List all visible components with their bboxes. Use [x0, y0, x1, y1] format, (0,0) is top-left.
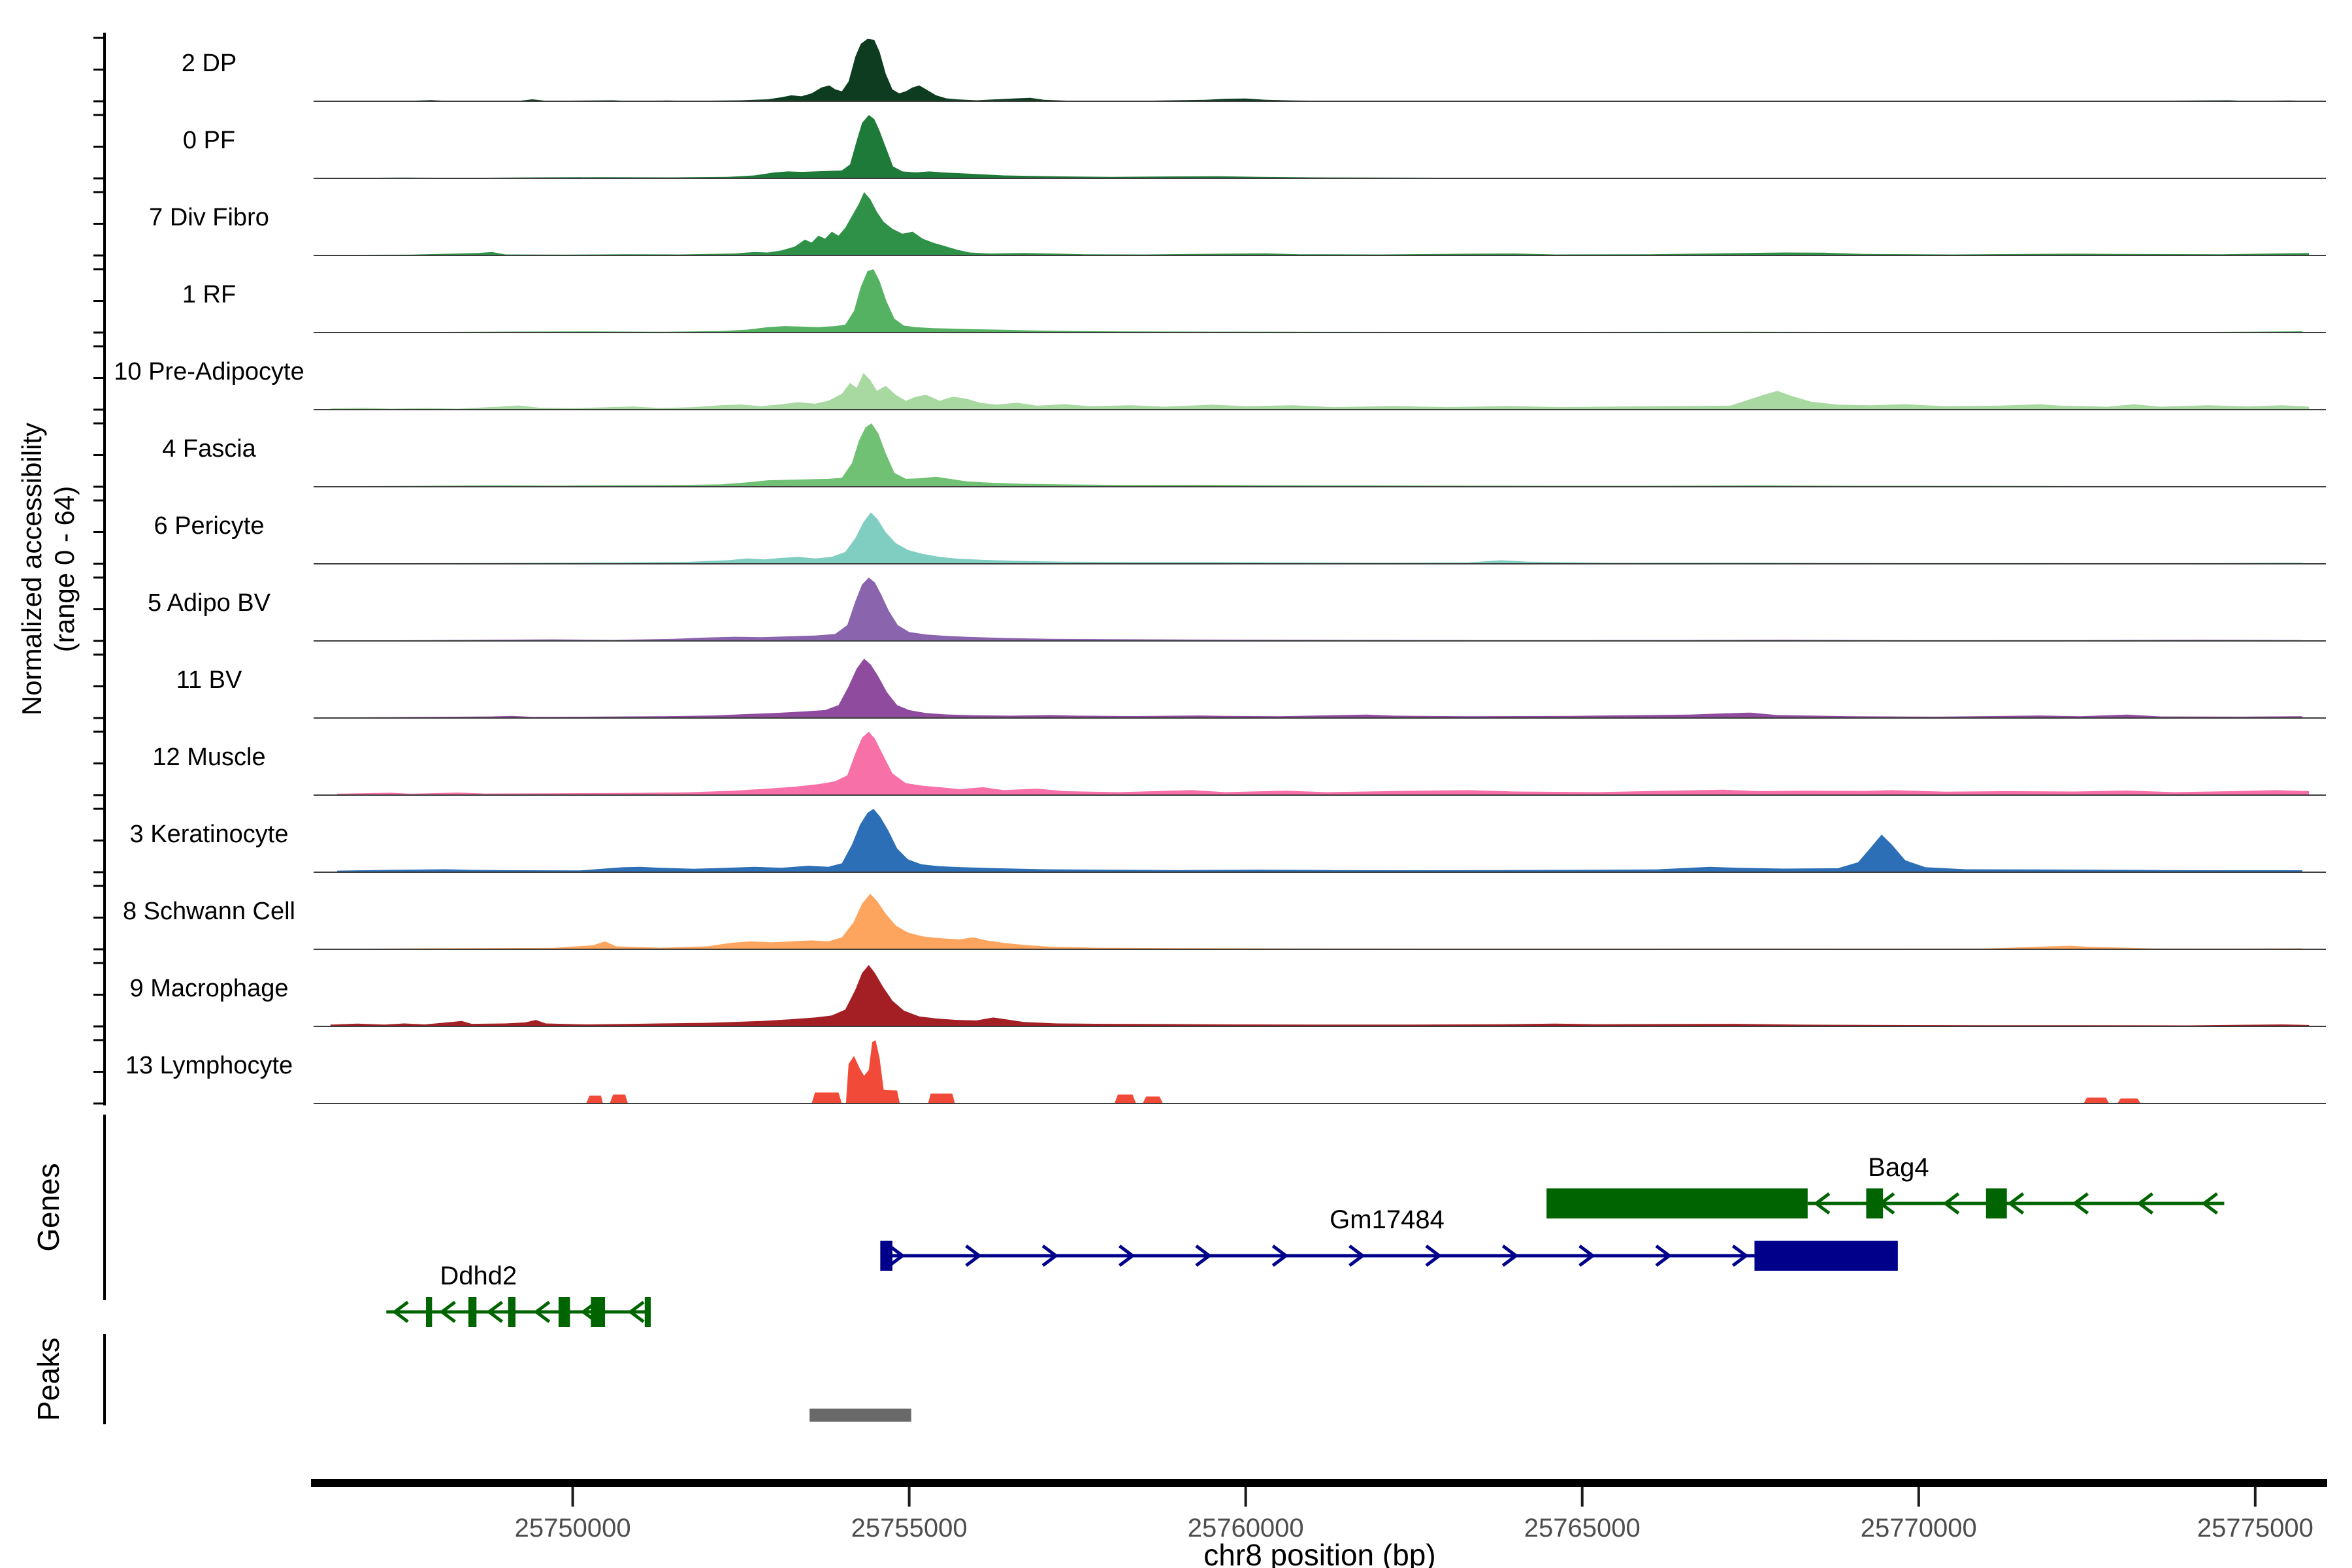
- coverage-plot-canvas: Normalized accessibility (range 0 - 64) …: [0, 0, 2352, 1568]
- track-signal-9: [331, 659, 2302, 718]
- x-tick-label: 25770000: [1861, 1514, 1977, 1543]
- gene-exon-Ddhd2: [426, 1297, 432, 1327]
- track-label-5: 10 Pre-Adipocyte: [114, 358, 304, 385]
- track-signal-3: [324, 192, 2310, 255]
- track-label-6: 4 Fascia: [162, 435, 256, 463]
- track-signal-10: [337, 732, 2309, 795]
- y-axis-label-line1: Normalized accessibility: [16, 423, 47, 715]
- track-signal-7: [331, 512, 2302, 564]
- x-tick-label: 25750000: [515, 1514, 631, 1543]
- track-signal-8: [331, 578, 2302, 641]
- x-axis-line: [311, 1479, 2327, 1487]
- track-signal-13: [331, 965, 2309, 1026]
- x-tick-label: 25775000: [2197, 1514, 2313, 1543]
- track-label-11: 3 Keratinocyte: [130, 821, 289, 848]
- gene-exon-Bag4: [1986, 1188, 2007, 1218]
- track-label-10: 12 Muscle: [152, 743, 265, 771]
- generated-plot-content: 2 DP 0 PF 7 Div Fibro 1 RF 10 Pre-Adipocyte 4…: [93, 33, 2327, 1543]
- gene-exon-Ddhd2: [645, 1297, 651, 1327]
- track-signal-14: [331, 1040, 2316, 1103]
- track-label-1: 2 DP: [182, 50, 237, 77]
- genome-coverage-figure: Normalized accessibility (range 0 - 64) …: [0, 0, 2352, 1568]
- x-tick-label: 25765000: [1524, 1514, 1641, 1543]
- gene-name-Gm17484: Gm17484: [1330, 1205, 1445, 1234]
- track-label-14: 13 Lymphocyte: [125, 1052, 293, 1079]
- track-signal-11: [337, 809, 2302, 872]
- track-label-4: 1 RF: [182, 281, 236, 308]
- track-label-12: 8 Schwann Cell: [123, 898, 295, 925]
- track-signal-4: [324, 269, 2302, 333]
- peaks-section-label: Peaks: [31, 1337, 65, 1421]
- gene-exon-Ddhd2: [559, 1297, 570, 1327]
- track-label-2: 0 PF: [183, 127, 235, 154]
- track-signal-12: [337, 894, 2302, 949]
- track-signal-5: [331, 373, 2309, 410]
- track-label-13: 9 Macrophage: [130, 975, 289, 1002]
- gene-exon-Bag4: [1546, 1188, 1808, 1218]
- track-label-9: 11 BV: [176, 666, 242, 694]
- genes-section-label: Genes: [31, 1163, 65, 1252]
- gene-exon-Ddhd2: [591, 1297, 605, 1327]
- gene-exon-Ddhd2: [508, 1297, 515, 1327]
- track-signal-2: [324, 115, 2296, 178]
- track-signal-1: [324, 39, 2316, 102]
- gene-exon-Gm17484: [1754, 1241, 1897, 1271]
- peak-bar: [809, 1409, 911, 1422]
- track-label-8: 5 Adipo BV: [148, 589, 271, 617]
- gene-exon-Ddhd2: [468, 1297, 476, 1327]
- gene-name-Ddhd2: Ddhd2: [440, 1262, 517, 1290]
- track-signal-6: [331, 423, 2309, 487]
- track-label-3: 7 Div Fibro: [149, 204, 269, 231]
- track-label-7: 6 Pericyte: [154, 512, 265, 540]
- y-axis-label-line2: (range 0 - 64): [49, 486, 80, 652]
- x-tick-label: 25755000: [851, 1514, 968, 1543]
- gene-name-Bag4: Bag4: [1868, 1153, 1929, 1182]
- x-tick-label: 25760000: [1188, 1514, 1304, 1543]
